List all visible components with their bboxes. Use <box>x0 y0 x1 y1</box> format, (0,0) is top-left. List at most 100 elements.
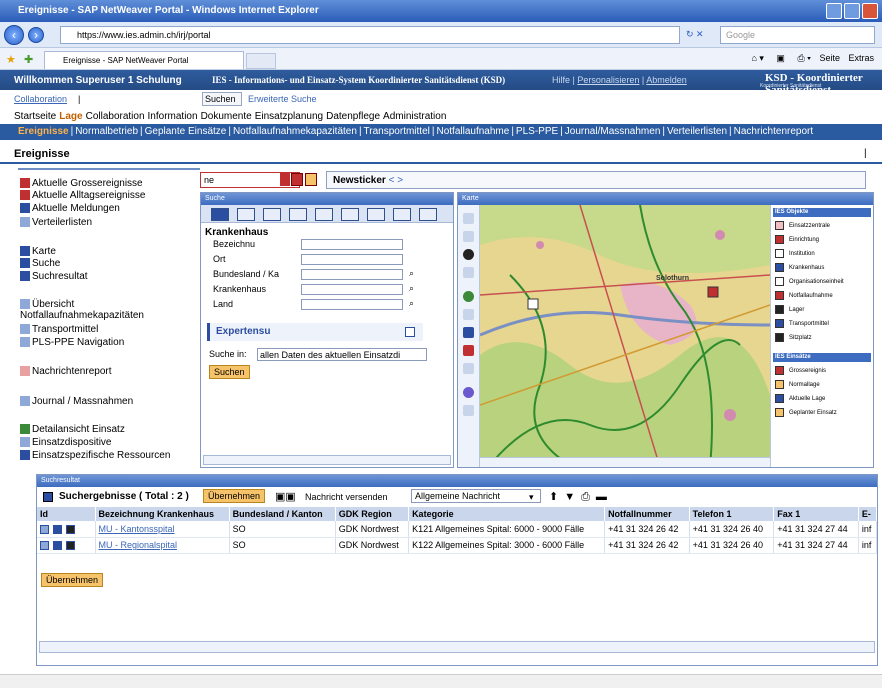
home-icon[interactable]: ⌂ ▾ <box>751 53 763 63</box>
person-icon[interactable] <box>66 541 75 551</box>
search-category-transport-icon[interactable] <box>341 208 359 221</box>
info-icon[interactable] <box>463 327 474 338</box>
close-icon[interactable] <box>862 3 878 19</box>
back-icon[interactable]: ‹ <box>4 25 24 45</box>
results-col-1[interactable]: Bundesland / Kanton <box>229 507 336 521</box>
layer-icon[interactable] <box>463 363 474 374</box>
globe-icon[interactable] <box>463 291 474 302</box>
person-icon[interactable] <box>66 524 75 534</box>
table-row[interactable]: MU - Kantonsspital SO GDK Nordwest K121 All… <box>37 521 878 538</box>
url-input[interactable]: https://www.ies.admin.ch/irj/portal <box>60 26 680 44</box>
results-col-7[interactable]: E- <box>858 507 878 521</box>
message-type-dropdown-icon[interactable]: ▾ <box>529 492 534 503</box>
select-area-icon[interactable] <box>463 231 474 242</box>
minimize-icon[interactable] <box>826 3 842 19</box>
nav-item-1[interactable]: Aktuelle Alltagsereignisse <box>20 190 145 201</box>
print-results-icon[interactable]: ⎙ <box>581 491 596 503</box>
map-canvas[interactable]: Solothurn <box>480 205 770 467</box>
hospital-link[interactable]: MU - Kantonsspital <box>99 524 175 534</box>
search-field-input-0[interactable] <box>301 239 403 250</box>
personalize-link[interactable]: Personalisieren <box>577 75 639 85</box>
collaboration-link[interactable]: Collaboration <box>14 94 67 104</box>
newsticker-arrows[interactable]: < > <box>389 175 403 186</box>
results-col-id[interactable]: Id <box>37 507 96 521</box>
pan-icon[interactable] <box>463 213 474 224</box>
menu-top-7[interactable]: Administration <box>383 111 446 122</box>
search-category-unit-icon[interactable] <box>315 208 333 221</box>
filter-icon[interactable]: ▼ <box>564 491 581 503</box>
print-map-icon[interactable] <box>463 387 474 398</box>
results-scrollbar[interactable] <box>39 641 875 653</box>
table-cell[interactable]: MU - Regionalspital <box>95 537 230 554</box>
search-category-person-icon[interactable] <box>393 208 411 221</box>
page-options-icon[interactable]: | <box>864 148 867 159</box>
hospital-icon[interactable] <box>53 541 62 551</box>
nav-item-9[interactable]: PLS-PPE Navigation <box>20 337 124 348</box>
nav-item-7[interactable]: Übersicht Notfallaufnahmekapazitäten <box>20 299 190 321</box>
search-scope-select[interactable]: allen Daten des aktuellen Einsatzdi <box>257 348 427 361</box>
marker-icon[interactable] <box>463 345 474 356</box>
new-tab-button[interactable] <box>246 53 276 69</box>
apply-button-top[interactable]: Übernehmen <box>203 489 266 503</box>
maximize-icon[interactable] <box>844 3 860 19</box>
results-col-0[interactable]: Bezeichnung Krankenhaus <box>95 507 230 521</box>
search-category-storage-icon[interactable] <box>367 208 385 221</box>
measure-icon[interactable] <box>463 309 474 320</box>
menu-top-2[interactable]: Collaboration <box>86 111 145 122</box>
apply-button-bottom[interactable]: Übernehmen <box>41 573 104 587</box>
select-open-icon[interactable] <box>305 173 317 186</box>
send-icon[interactable]: ⬆ <box>549 491 564 503</box>
menu-sub-3[interactable]: Notfallaufnahmekapazitäten <box>233 126 357 137</box>
export-icon[interactable]: ▣▣ <box>275 490 296 503</box>
search-submit-button[interactable]: Suchen <box>209 365 250 379</box>
help-link[interactable]: Hilfe <box>552 75 570 85</box>
map-scrollbar[interactable] <box>480 457 770 467</box>
search-field-input-3[interactable] <box>301 284 403 295</box>
menu-sub-5[interactable]: Notfallaufnahme <box>436 126 509 137</box>
menu-top-5[interactable]: Einsatzplanung <box>255 111 323 122</box>
nav-item-13[interactable]: Einsatzdispositive <box>20 437 111 448</box>
close-results-icon[interactable]: ▬ <box>596 491 613 503</box>
nav-item-10[interactable]: Nachrichtenreport <box>20 366 111 377</box>
detail-icon[interactable] <box>40 541 49 551</box>
refresh-icon[interactable]: ↻ ✕ <box>686 29 704 40</box>
menu-sub-1[interactable]: Normalbetrieb <box>75 126 138 137</box>
results-col-3[interactable]: Kategorie <box>408 507 606 521</box>
search-field-input-4[interactable] <box>301 299 403 310</box>
tools-menu[interactable]: Extras <box>848 53 874 63</box>
menu-sub-7[interactable]: Journal/Massnahmen <box>565 126 661 137</box>
menu-top-3[interactable]: Information <box>148 111 198 122</box>
menu-sub-2[interactable]: Geplante Einsätze <box>145 126 227 137</box>
menu-sub-0[interactable]: Ereignisse <box>18 126 69 137</box>
add-favorite-icon[interactable]: ✚ <box>24 53 33 66</box>
menu-sub-8[interactable]: Verteilerlisten <box>667 126 727 137</box>
menu-sub-9[interactable]: Nachrichtenreport <box>734 126 813 137</box>
search-field-input-2[interactable] <box>301 269 403 280</box>
nav-item-8[interactable]: Transportmittel <box>20 324 98 335</box>
feeds-icon[interactable]: ▣ <box>776 53 785 63</box>
table-cell[interactable]: MU - Kantonsspital <box>95 521 230 538</box>
favorites-star-icon[interactable]: ★ <box>6 53 16 66</box>
menu-top-6[interactable]: Datenpflege <box>326 111 380 122</box>
browser-tab[interactable]: Ereignisse - SAP NetWeaver Portal <box>44 51 244 69</box>
search-category-emergency-icon[interactable] <box>263 208 281 221</box>
menu-top-0[interactable]: Startseite <box>14 111 56 122</box>
search-panel-scrollbar[interactable] <box>203 455 451 465</box>
nav-item-4[interactable]: Karte <box>20 246 56 257</box>
menu-sub-6[interactable]: PLS-PPE <box>516 126 558 137</box>
results-col-5[interactable]: Telefon 1 <box>689 507 775 521</box>
menu-sub-4[interactable]: Transportmittel <box>364 126 430 137</box>
search-field-input-1[interactable] <box>301 254 403 265</box>
select-action-icon[interactable] <box>291 173 303 186</box>
advanced-search-link[interactable]: Erweiterte Suche <box>248 94 317 104</box>
nav-item-12[interactable]: Detailansicht Einsatz <box>20 424 125 435</box>
lookup-icon[interactable]: ⌕ <box>409 298 414 309</box>
detail-icon[interactable] <box>40 524 49 534</box>
nav-item-11[interactable]: Journal / Massnahmen <box>20 396 133 407</box>
portal-search-button[interactable]: Suchen <box>202 92 242 106</box>
search-category-group-icon[interactable] <box>419 208 437 221</box>
nav-item-5[interactable]: Suche <box>20 258 60 269</box>
lookup-icon[interactable]: ⌕ <box>409 268 414 279</box>
expert-search-toggle[interactable]: Expertensu <box>207 323 423 341</box>
results-col-2[interactable]: GDK Region <box>335 507 410 521</box>
